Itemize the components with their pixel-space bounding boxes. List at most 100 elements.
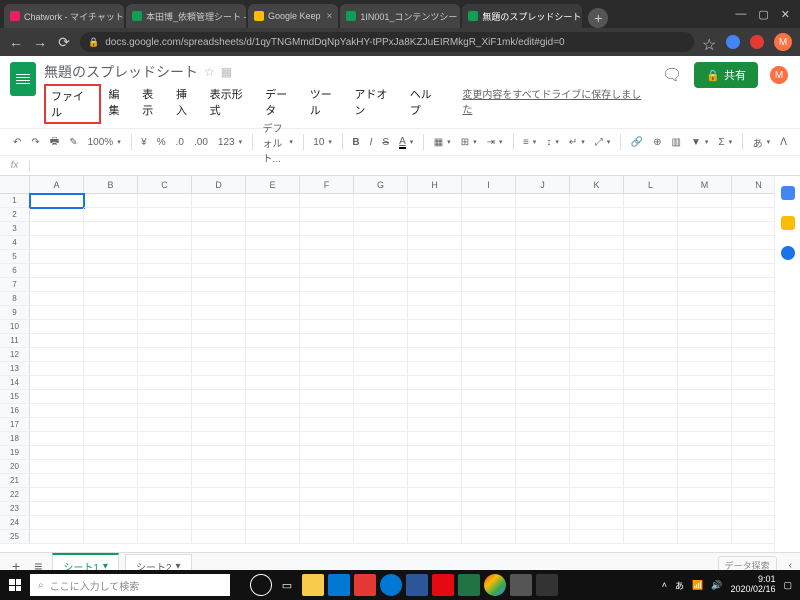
cell[interactable] [570, 432, 624, 446]
decrease-decimal-button[interactable]: .0 [173, 135, 187, 150]
cell[interactable] [192, 474, 246, 488]
cell[interactable] [30, 362, 84, 376]
extension-icon[interactable] [726, 35, 740, 49]
cell[interactable] [354, 474, 408, 488]
cell[interactable] [354, 208, 408, 222]
rotate-button[interactable]: ⤢ [592, 135, 614, 150]
font-select[interactable]: デフォルト... [260, 118, 296, 167]
cell[interactable] [624, 222, 678, 236]
cell[interactable] [84, 292, 138, 306]
column-header[interactable]: I [462, 176, 516, 193]
currency-button[interactable]: ¥ [138, 135, 150, 150]
cell[interactable] [678, 418, 732, 432]
cell[interactable] [300, 488, 354, 502]
cell[interactable] [354, 306, 408, 320]
cell[interactable] [624, 418, 678, 432]
cell[interactable] [408, 488, 462, 502]
cell[interactable] [462, 376, 516, 390]
row-header[interactable]: 12 [0, 348, 30, 362]
cell[interactable] [84, 264, 138, 278]
cell[interactable] [570, 278, 624, 292]
paint-format-icon[interactable]: ✎ [66, 135, 80, 150]
cell[interactable] [408, 376, 462, 390]
cell[interactable] [354, 502, 408, 516]
cell[interactable] [408, 362, 462, 376]
cell[interactable] [192, 530, 246, 544]
cell[interactable] [570, 404, 624, 418]
cell[interactable] [300, 460, 354, 474]
start-button[interactable] [0, 570, 30, 600]
edge-icon[interactable] [380, 574, 402, 596]
cell[interactable] [408, 348, 462, 362]
cell[interactable] [138, 390, 192, 404]
row-header[interactable]: 8 [0, 292, 30, 306]
row-header[interactable]: 24 [0, 516, 30, 530]
cell[interactable] [516, 334, 570, 348]
borders-button[interactable]: ⊞ [458, 135, 480, 150]
cell[interactable] [354, 488, 408, 502]
maximize-icon[interactable]: ▢ [758, 8, 768, 21]
cell[interactable] [516, 418, 570, 432]
row-header[interactable]: 13 [0, 362, 30, 376]
cell[interactable] [300, 474, 354, 488]
cell[interactable] [408, 390, 462, 404]
cell[interactable] [192, 460, 246, 474]
cell[interactable] [30, 418, 84, 432]
cell[interactable] [246, 334, 300, 348]
cell[interactable] [354, 236, 408, 250]
profile-avatar[interactable]: M [774, 33, 792, 51]
row-header[interactable]: 19 [0, 446, 30, 460]
document-title[interactable]: 無題のスプレッドシート [44, 62, 198, 82]
cell[interactable] [408, 222, 462, 236]
column-header[interactable]: H [408, 176, 462, 193]
cell[interactable] [138, 348, 192, 362]
cell[interactable] [246, 222, 300, 236]
cell[interactable] [624, 404, 678, 418]
cell[interactable] [516, 236, 570, 250]
cell[interactable] [192, 264, 246, 278]
cell[interactable] [30, 474, 84, 488]
row-header[interactable]: 1 [0, 194, 30, 208]
share-button[interactable]: 🔒 共有 [694, 62, 758, 88]
cell[interactable] [624, 194, 678, 208]
zoom-select[interactable]: 100% [85, 135, 124, 150]
taskview-icon[interactable]: ▭ [276, 574, 298, 596]
cell[interactable] [462, 236, 516, 250]
cell[interactable] [624, 390, 678, 404]
cell[interactable] [84, 278, 138, 292]
cell[interactable] [300, 264, 354, 278]
cell[interactable] [462, 404, 516, 418]
cell[interactable] [138, 320, 192, 334]
cell[interactable] [84, 250, 138, 264]
merge-button[interactable]: ⇥ [484, 135, 506, 150]
cell[interactable] [678, 404, 732, 418]
cell[interactable] [138, 264, 192, 278]
cell[interactable] [624, 460, 678, 474]
cell[interactable] [570, 376, 624, 390]
star-icon[interactable]: ☆ [702, 35, 716, 49]
cell[interactable] [570, 348, 624, 362]
cell[interactable] [246, 502, 300, 516]
cell[interactable] [138, 334, 192, 348]
cell[interactable] [516, 390, 570, 404]
cell[interactable] [192, 376, 246, 390]
cell[interactable] [570, 264, 624, 278]
row-header[interactable]: 10 [0, 320, 30, 334]
comment-icon[interactable]: ⊕ [650, 135, 664, 150]
cell[interactable] [192, 208, 246, 222]
cell[interactable] [570, 516, 624, 530]
cell[interactable] [408, 446, 462, 460]
cell[interactable] [354, 376, 408, 390]
cell[interactable] [30, 348, 84, 362]
cell[interactable] [192, 362, 246, 376]
cell[interactable] [30, 194, 84, 208]
cell[interactable] [246, 264, 300, 278]
cell[interactable] [570, 362, 624, 376]
cell[interactable] [678, 250, 732, 264]
cell[interactable] [354, 194, 408, 208]
menu-insert[interactable]: 挿入 [171, 84, 203, 124]
cell[interactable] [300, 390, 354, 404]
cell[interactable] [408, 334, 462, 348]
cell[interactable] [192, 516, 246, 530]
cell[interactable] [138, 474, 192, 488]
